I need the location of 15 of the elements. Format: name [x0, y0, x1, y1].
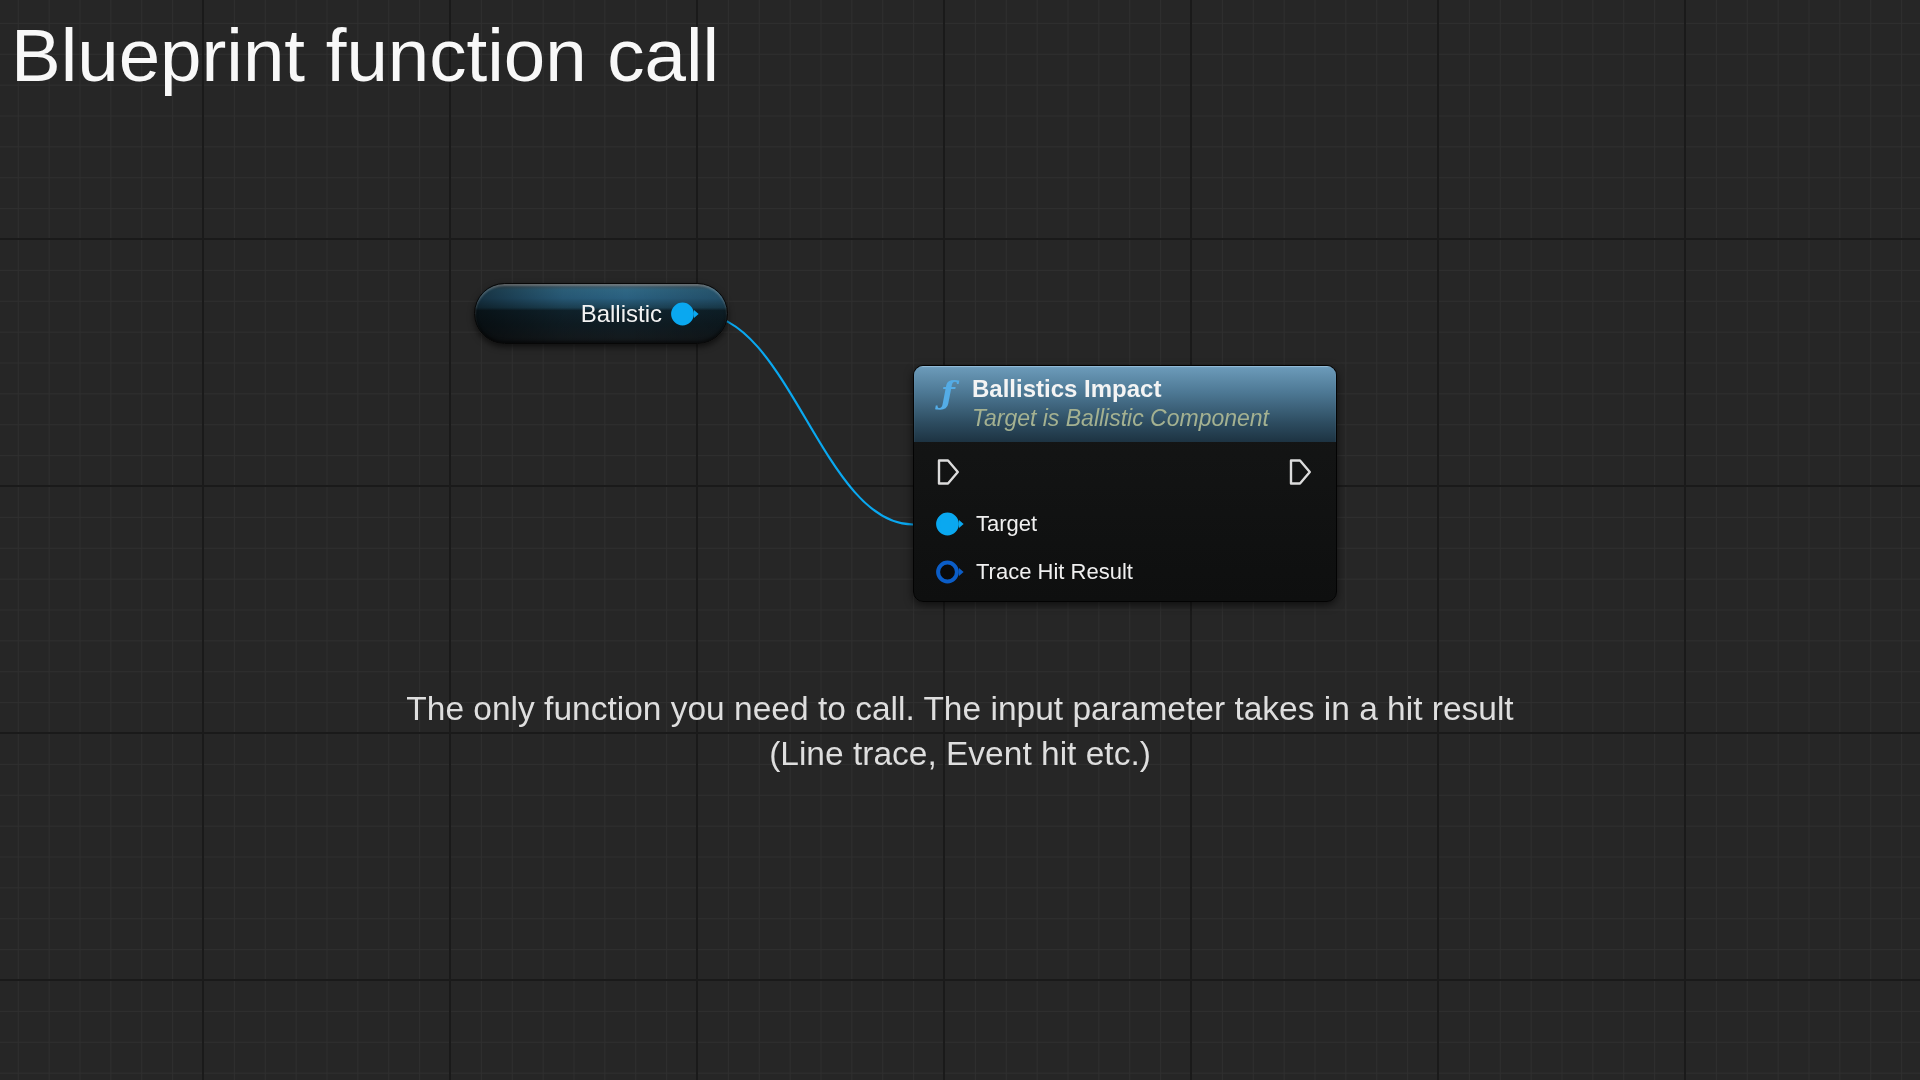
variable-node[interactable]: Ballistic: [474, 283, 728, 344]
node-subtitle: Target is Ballistic Component: [972, 404, 1269, 433]
node-title: Ballistics Impact: [972, 375, 1162, 403]
caption-text: The only function you need to call. The input parameter takes in a hit result (Line trace, Event hit etc.): [405, 688, 1515, 774]
function-icon: ƒ: [932, 372, 964, 414]
variable-label: Ballistic: [580, 299, 662, 328]
exec-pin-icon[interactable]: [1288, 458, 1313, 486]
pin-label: Target: [976, 510, 1038, 538]
pin-label: Trace Hit Result: [976, 558, 1133, 586]
pin-icon[interactable]: [936, 560, 964, 584]
pin-icon[interactable]: [671, 301, 699, 326]
pin-icon[interactable]: [936, 512, 964, 536]
page-title: Blueprint function call: [10, 13, 720, 94]
function-node[interactable]: ƒ Ballistics Impact Target is Ballistic Component Target Trace Hit Result: [913, 365, 1337, 602]
exec-pin-icon[interactable]: [936, 458, 961, 486]
